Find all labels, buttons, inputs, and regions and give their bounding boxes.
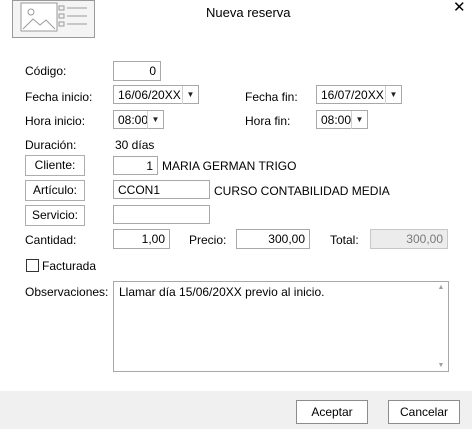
cantidad-label: Cantidad:: [25, 233, 77, 247]
hora-inicio-label: Hora inicio:: [25, 114, 86, 128]
chevron-down-icon[interactable]: ▼: [147, 111, 163, 129]
observaciones-label: Observaciones:: [25, 285, 109, 299]
duracion-label: Duración:: [25, 138, 77, 152]
cliente-id-input[interactable]: 1: [113, 156, 158, 175]
observaciones-textarea[interactable]: Llamar día 15/06/20XX previo al inicio. …: [113, 281, 449, 372]
close-icon[interactable]: ✕: [453, 0, 466, 16]
fecha-inicio-value: 16/06/20XX: [118, 88, 181, 102]
total-label: Total:: [330, 233, 359, 247]
articulo-code-input[interactable]: CCON1: [113, 180, 210, 199]
aceptar-button[interactable]: Aceptar: [296, 400, 368, 424]
codigo-label: Código:: [25, 64, 67, 78]
cliente-button[interactable]: Cliente:: [25, 155, 85, 176]
fecha-fin-select[interactable]: 16/07/20XX ▼: [316, 85, 402, 104]
codigo-input[interactable]: 0: [113, 61, 161, 81]
fecha-inicio-label: Fecha inicio:: [25, 90, 93, 104]
chevron-down-icon[interactable]: ▼: [182, 86, 198, 104]
hora-fin-label: Hora fin:: [245, 114, 291, 128]
observaciones-text: Llamar día 15/06/20XX previo al inicio.: [119, 285, 325, 299]
hora-fin-value: 08:00: [321, 113, 352, 127]
fecha-fin-label: Fecha fin:: [245, 90, 298, 104]
duracion-value: 30 días: [115, 138, 155, 152]
fecha-inicio-select[interactable]: 16/06/20XX ▼: [113, 85, 199, 104]
total-input: 300,00: [370, 229, 448, 249]
hora-fin-select[interactable]: 08:00 ▼: [316, 110, 368, 129]
hora-inicio-select[interactable]: 08:00 ▼: [113, 110, 164, 129]
dialog-title: Nueva reserva: [206, 5, 291, 20]
scroll-up-icon[interactable]: ▲: [434, 284, 448, 291]
articulo-name: CURSO CONTABILIDAD MEDIA: [214, 184, 390, 198]
precio-label: Precio:: [189, 233, 227, 247]
articulo-button[interactable]: Artículo:: [25, 180, 85, 201]
fecha-fin-value: 16/07/20XX: [321, 88, 384, 102]
facturada-checkbox[interactable]: [26, 259, 39, 272]
scroll-down-icon[interactable]: ▼: [434, 362, 448, 369]
cliente-name: MARIA GERMAN TRIGO: [162, 159, 297, 173]
cantidad-input[interactable]: 1,00: [113, 229, 170, 249]
facturada-label: Facturada: [42, 259, 97, 273]
servicio-button[interactable]: Servicio:: [25, 205, 85, 226]
precio-input[interactable]: 300,00: [236, 229, 310, 249]
cancelar-button[interactable]: Cancelar: [388, 400, 460, 424]
header-image-icon: [12, 0, 95, 38]
chevron-down-icon[interactable]: ▼: [385, 86, 401, 104]
servicio-input[interactable]: [113, 205, 210, 224]
chevron-down-icon[interactable]: ▼: [351, 111, 367, 129]
hora-inicio-value: 08:00: [118, 113, 149, 127]
scrollbar[interactable]: ▲ ▼: [434, 282, 448, 371]
